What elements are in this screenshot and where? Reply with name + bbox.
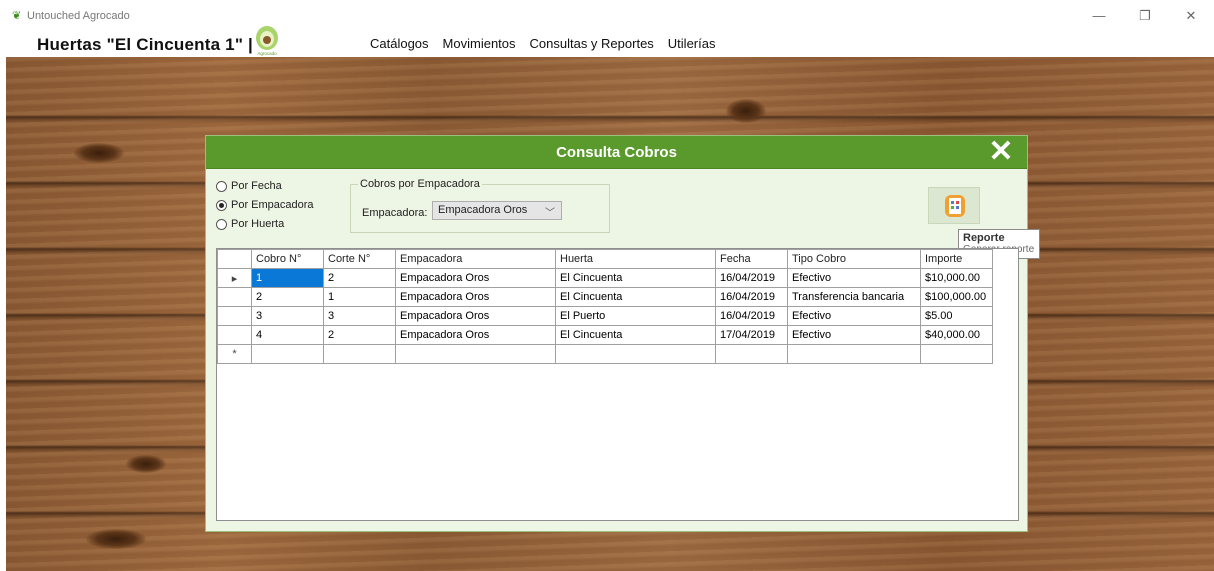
radio-por-huerta[interactable]: Por Huerta <box>216 218 284 230</box>
table-cell[interactable]: $40,000.00 <box>920 325 993 345</box>
menu-movimientos[interactable]: Movimientos <box>443 36 516 51</box>
maximize-button[interactable]: ❐ <box>1122 6 1168 26</box>
radio-por-fecha[interactable]: Por Fecha <box>216 180 282 192</box>
table-cell[interactable]: 1 <box>323 287 396 307</box>
column-header[interactable]: Cobro N° <box>251 249 324 269</box>
table-cell-empty[interactable] <box>323 344 396 364</box>
groupbox-legend: Cobros por Empacadora <box>358 178 482 190</box>
radio-circle[interactable] <box>216 180 227 192</box>
table-cell-empty[interactable] <box>787 344 921 364</box>
chevron-down-icon: ﹀ <box>545 208 555 219</box>
empacadora-groupbox: Cobros por Empacadora Empacadora: Empaca… <box>350 178 610 233</box>
table-cell[interactable]: Efectivo <box>787 325 921 345</box>
column-header[interactable]: Importe <box>920 249 993 269</box>
row-header-corner <box>217 249 252 269</box>
radio-circle-checked[interactable] <box>216 199 227 211</box>
column-header[interactable]: Corte N° <box>323 249 396 269</box>
radio-circle[interactable] <box>216 218 227 230</box>
table-cell[interactable]: 3 <box>251 306 324 326</box>
table-cell[interactable]: 2 <box>323 325 396 345</box>
window-titlebar: ❦ Untouched Agrocado — ❐ ✕ <box>0 0 1214 30</box>
table-cell[interactable]: 4 <box>251 325 324 345</box>
table-cell[interactable]: Efectivo <box>787 306 921 326</box>
menu-utilerias[interactable]: Utilerías <box>668 36 716 51</box>
table-row[interactable]: 2 1 Empacadora Oros El Cincuenta 16/04/2… <box>217 287 993 307</box>
menu-catalogos[interactable]: Catálogos <box>370 36 429 51</box>
table-row[interactable]: ▸ 1 2 Empacadora Oros El Cincuenta 16/04… <box>217 268 993 288</box>
table-row[interactable]: 4 2 Empacadora Oros El Cincuenta 17/04/2… <box>217 325 993 345</box>
dialog-title: Consulta Cobros <box>556 144 677 161</box>
table-cell[interactable]: 3 <box>323 306 396 326</box>
column-header[interactable]: Fecha <box>715 249 788 269</box>
wood-knot <box>126 455 166 473</box>
minimize-button[interactable]: — <box>1076 6 1122 26</box>
table-cell[interactable]: El Cincuenta <box>555 268 716 288</box>
wood-knot <box>74 143 124 163</box>
close-icon[interactable]: ✕ <box>986 137 1016 167</box>
table-cell[interactable]: $5.00 <box>920 306 993 326</box>
table-cell-empty[interactable] <box>251 344 324 364</box>
table-cell[interactable]: El Cincuenta <box>555 287 716 307</box>
radio-label: Por Empacadora <box>231 199 314 211</box>
window-title: Untouched Agrocado <box>27 10 130 22</box>
radio-por-empacadora[interactable]: Por Empacadora <box>216 199 314 211</box>
table-cell[interactable]: 2 <box>251 287 324 307</box>
table-cell[interactable]: Empacadora Oros <box>395 287 556 307</box>
new-row-indicator[interactable]: * <box>217 344 252 364</box>
logo-text: Agrocado <box>257 51 277 56</box>
main-menu: Catálogos Movimientos Consultas y Report… <box>370 36 715 51</box>
table-cell[interactable]: Efectivo <box>787 268 921 288</box>
agrocado-logo: Agrocado <box>256 26 278 56</box>
column-header[interactable]: Empacadora <box>395 249 556 269</box>
cobros-table: Cobro N° Corte N° Empacadora Huerta Fech… <box>217 249 993 364</box>
report-button[interactable] <box>928 187 980 224</box>
consulta-cobros-dialog: Consulta Cobros ✕ Por Fecha Por Empacado… <box>205 135 1040 532</box>
table-cell[interactable]: 16/04/2019 <box>715 306 788 326</box>
row-header[interactable] <box>217 325 252 345</box>
table-cell[interactable]: 16/04/2019 <box>715 287 788 307</box>
app-icon: ❦ <box>12 10 22 22</box>
table-cell[interactable]: Empacadora Oros <box>395 306 556 326</box>
table-cell-empty[interactable] <box>555 344 716 364</box>
tooltip-title: Reporte <box>963 232 1005 244</box>
table-cell[interactable]: 2 <box>323 268 396 288</box>
radio-label: Por Fecha <box>231 180 282 192</box>
row-header[interactable] <box>217 306 252 326</box>
empacadora-label: Empacadora: <box>362 207 428 219</box>
table-cell[interactable]: Empacadora Oros <box>395 325 556 345</box>
empacadora-select-value: Empacadora Oros <box>438 204 528 216</box>
table-cell-empty[interactable] <box>920 344 993 364</box>
current-row-indicator[interactable]: ▸ <box>217 268 252 288</box>
new-row[interactable]: * <box>217 344 993 364</box>
table-cell[interactable]: El Puerto <box>555 306 716 326</box>
table-cell[interactable]: $10,000.00 <box>920 268 993 288</box>
close-window-button[interactable]: ✕ <box>1168 6 1214 26</box>
empacadora-select[interactable]: Empacadora Oros ﹀ <box>432 201 562 220</box>
table-row[interactable]: 3 3 Empacadora Oros El Puerto 16/04/2019… <box>217 306 993 326</box>
table-cell[interactable]: 16/04/2019 <box>715 268 788 288</box>
row-header[interactable] <box>217 287 252 307</box>
table-cell[interactable]: Empacadora Oros <box>395 268 556 288</box>
wood-knot <box>726 99 766 123</box>
report-icon <box>945 195 965 217</box>
cobros-grid[interactable]: Cobro N° Corte N° Empacadora Huerta Fech… <box>216 248 1019 521</box>
wood-knot <box>86 529 146 549</box>
radio-label: Por Huerta <box>231 218 285 230</box>
table-cell-selected[interactable]: 1 <box>251 268 324 288</box>
table-cell-empty[interactable] <box>715 344 788 364</box>
company-name: Huertas "El Cincuenta 1" | <box>37 35 253 54</box>
main-header: Huertas "El Cincuenta 1" | Agrocado Catá… <box>0 26 1214 57</box>
table-cell[interactable]: El Cincuenta <box>555 325 716 345</box>
menu-consultas-reportes[interactable]: Consultas y Reportes <box>530 36 654 51</box>
table-cell[interactable]: $100,000.00 <box>920 287 993 307</box>
table-cell-empty[interactable] <box>395 344 556 364</box>
column-header[interactable]: Huerta <box>555 249 716 269</box>
dialog-header: Consulta Cobros ✕ <box>206 136 1027 169</box>
table-cell[interactable]: 17/04/2019 <box>715 325 788 345</box>
table-cell[interactable]: Transferencia bancaria <box>787 287 921 307</box>
column-header[interactable]: Tipo Cobro <box>787 249 921 269</box>
table-header-row: Cobro N° Corte N° Empacadora Huerta Fech… <box>217 249 993 269</box>
